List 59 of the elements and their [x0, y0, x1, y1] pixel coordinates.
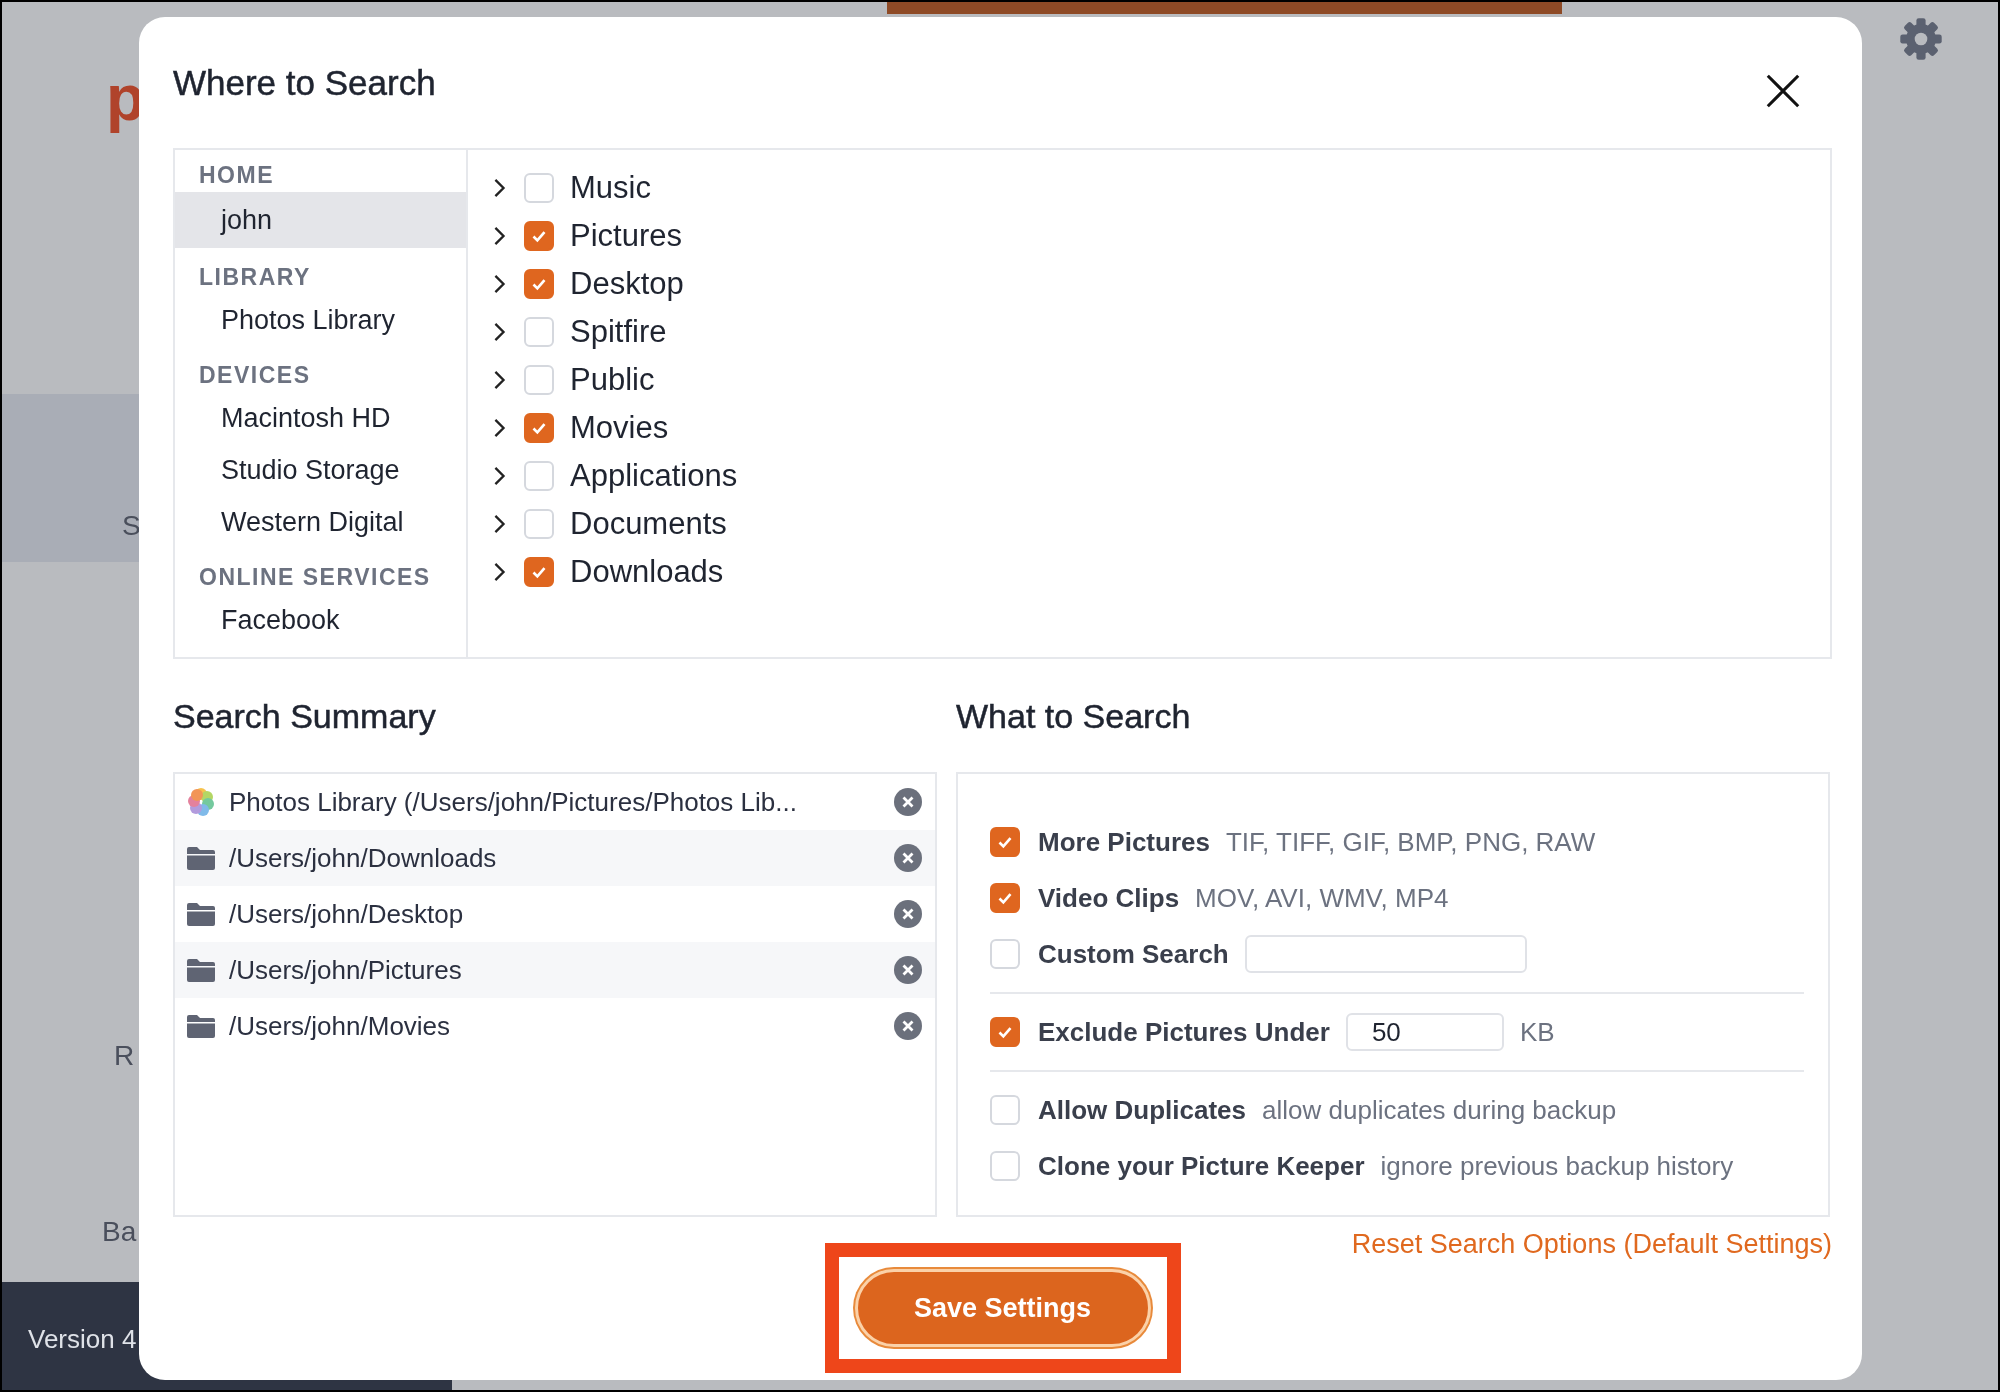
option-label: Allow Duplicates	[1038, 1094, 1247, 1126]
checkbox[interactable]	[524, 413, 554, 443]
nav-label: S	[122, 512, 141, 540]
folder-label: Public	[570, 362, 655, 398]
section-header: LIBRARY	[198, 263, 312, 292]
folder-label: Pictures	[570, 218, 682, 254]
sidebar-item[interactable]: Facebook	[175, 594, 466, 646]
search-path: Photos Library (/Users/john/Pictures/Photos Lib...	[229, 786, 798, 818]
section-header: HOME	[198, 161, 275, 190]
option-label: Clone your Picture Keeper	[1038, 1150, 1365, 1182]
checkbox[interactable]	[990, 883, 1020, 913]
flower-icon	[185, 786, 217, 818]
remove-icon[interactable]	[893, 843, 923, 873]
search-path: /Users/john/Pictures	[229, 954, 463, 986]
option-label: Custom Search	[1038, 938, 1229, 970]
version-text: Version 4	[28, 1324, 137, 1355]
remove-icon[interactable]	[893, 1011, 923, 1041]
dialog-title: Where to Search	[173, 62, 436, 103]
checkbox[interactable]	[524, 557, 554, 587]
sidebar-item[interactable]: Western Digital	[175, 496, 466, 548]
option-label: Video Clips	[1038, 882, 1180, 914]
search-path: /Users/john/Movies	[229, 1010, 452, 1042]
custom-search-field[interactable]	[1244, 935, 1527, 973]
settings-icon[interactable]	[1898, 16, 1944, 62]
unit-label: KB	[1519, 1016, 1555, 1048]
section-header: DEVICES	[198, 361, 312, 390]
checkbox[interactable]	[524, 221, 554, 251]
folder-label: Documents	[570, 506, 727, 542]
section-header: ONLINE SERVICES	[198, 563, 432, 592]
folder-label: Desktop	[570, 266, 684, 302]
option-hint: allow duplicates during backup	[1262, 1094, 1617, 1126]
remove-icon[interactable]	[893, 787, 923, 817]
option-hint: ignore previous backup history	[1380, 1150, 1734, 1182]
folder-label: Downloads	[570, 554, 724, 590]
option-hint: TIF, TIFF, GIF, BMP, PNG, RAW	[1225, 826, 1596, 858]
sidebar-item[interactable]: Macintosh HD	[175, 392, 466, 444]
option-hint: MOV, AVI, WMV, MP4	[1195, 882, 1449, 914]
checkbox[interactable]	[524, 269, 554, 299]
option-label: Exclude Pictures Under	[1038, 1016, 1330, 1048]
search-path: /Users/john/Downloads	[229, 842, 498, 874]
section-title: Search Summary	[173, 696, 437, 737]
folder-label: Music	[570, 170, 651, 206]
nav-label: R	[114, 1042, 135, 1070]
search-path: /Users/john/Desktop	[229, 898, 465, 930]
checkbox[interactable]	[990, 1017, 1020, 1047]
remove-icon[interactable]	[893, 955, 923, 985]
option-label: More Pictures	[1038, 826, 1210, 858]
save-button[interactable]: Save Settings	[854, 1269, 1151, 1347]
nav-label: Ba	[102, 1218, 137, 1246]
remove-icon[interactable]	[893, 899, 923, 929]
size-field[interactable]: 50	[1345, 1013, 1504, 1051]
folder-label: Applications	[570, 458, 738, 494]
checkbox[interactable]	[990, 827, 1020, 857]
sidebar-item[interactable]: Photos Library	[175, 294, 466, 346]
folder-label: Movies	[570, 410, 669, 446]
sidebar-item[interactable]: john	[175, 192, 466, 248]
sidebar-item[interactable]: Studio Storage	[175, 444, 466, 496]
section-title: What to Search	[956, 696, 1192, 737]
folder-label: Spitfire	[570, 314, 667, 350]
